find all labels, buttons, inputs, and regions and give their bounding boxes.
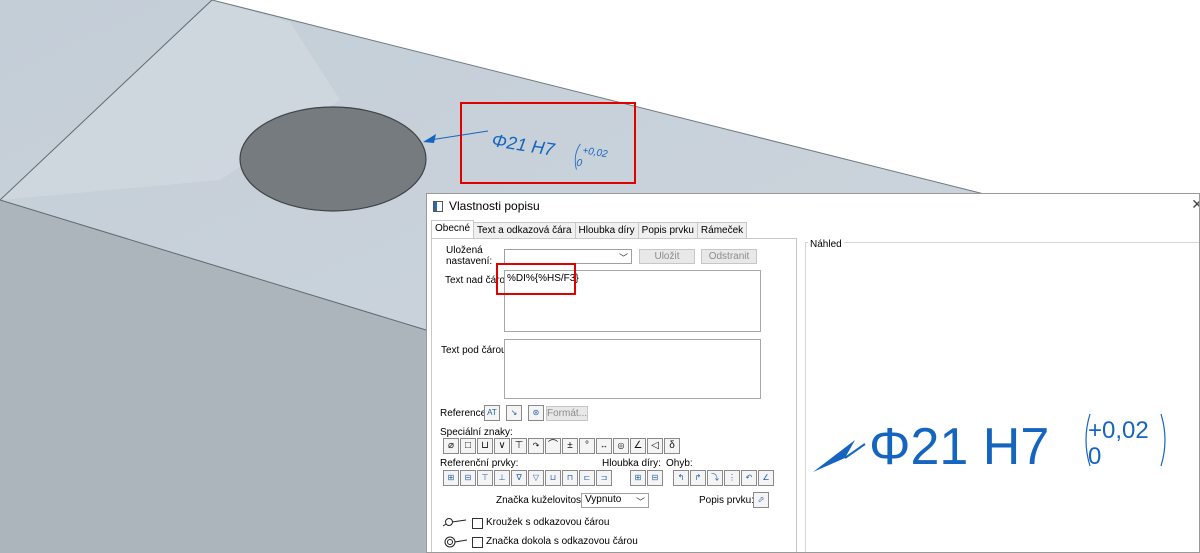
reference-buttons: AT ↘ ⊛ bbox=[484, 405, 550, 421]
remove-settings-button[interactable]: Odstranit bbox=[701, 249, 757, 264]
slope-icon[interactable]: ∠ bbox=[630, 438, 646, 454]
delta-icon[interactable]: δ bbox=[664, 438, 680, 454]
taper-mark-label: Značka kuželovitosti: bbox=[496, 495, 589, 506]
around-leader-label: Značka dokola s odkazovou čárou bbox=[486, 536, 638, 547]
square-icon[interactable]: □ bbox=[460, 438, 476, 454]
highlight-text-above bbox=[496, 263, 576, 295]
preview-canvas: Φ21 H7 +0,02 0 bbox=[813, 413, 1166, 476]
reference-label: Reference: bbox=[440, 408, 489, 419]
around-leader-icon bbox=[444, 536, 468, 548]
plus-minus-icon[interactable]: ± bbox=[562, 438, 578, 454]
around-leader-checkbox[interactable] bbox=[472, 537, 483, 548]
ref-slot-icon[interactable]: ⊏ bbox=[579, 470, 595, 486]
special-chars-toolbar: ⌀ □ ⊔ ∨ ⊤ ↷ ⌒ ± ° ↔ ◎ ∠ ◁ δ bbox=[443, 438, 681, 454]
hole[interactable] bbox=[239, 106, 427, 212]
chevron-down-icon: ﹀ bbox=[635, 497, 645, 507]
reference-symbol-icon[interactable]: ⊛ bbox=[528, 405, 544, 421]
circle-leader-label: Kroužek s odkazovou čárou bbox=[486, 517, 610, 528]
spotface-icon[interactable]: ◎ bbox=[613, 438, 629, 454]
annotation-properties-dialog: Vlastnosti popisu ✕ Obecné Text a odkazo… bbox=[426, 193, 1200, 553]
counterbore-icon[interactable]: ⊔ bbox=[477, 438, 493, 454]
taper-icon[interactable]: ◁ bbox=[647, 438, 663, 454]
feature-description-button[interactable]: ⬀ bbox=[753, 492, 769, 508]
arc-length-icon[interactable]: ⌒ bbox=[545, 438, 561, 454]
tab-strip: Obecné Text a odkazová čára Hloubka díry… bbox=[431, 220, 748, 239]
feature-desc-label: Popis prvku: bbox=[699, 495, 755, 506]
window-icon bbox=[433, 200, 443, 212]
countersink-icon[interactable]: ∨ bbox=[494, 438, 510, 454]
tab-text-leader[interactable]: Text a odkazová čára bbox=[473, 222, 576, 238]
highlight-model-annotation bbox=[460, 102, 636, 184]
between-icon[interactable]: ↔ bbox=[596, 438, 612, 454]
hole-depth-icon[interactable]: ⊞ bbox=[630, 470, 646, 486]
ref-thread-type-icon[interactable]: ⊥ bbox=[494, 470, 510, 486]
taper-mark-dropdown[interactable]: Vypnuto ﹀ bbox=[581, 493, 649, 508]
text-below-field[interactable] bbox=[504, 339, 761, 399]
depth-icon[interactable]: ⊤ bbox=[511, 438, 527, 454]
bend-direction-icon[interactable]: ↰ bbox=[673, 470, 689, 486]
reference-dimension-icon[interactable]: ↘ bbox=[506, 405, 522, 421]
bend-angle-icon[interactable]: ↱ bbox=[690, 470, 706, 486]
close-icon[interactable]: ✕ bbox=[1191, 196, 1199, 213]
tab-general[interactable]: Obecné bbox=[431, 220, 475, 238]
special-chars-label: Speciální znaky: bbox=[440, 427, 513, 438]
ref-countersink-type-icon[interactable]: ▽ bbox=[528, 470, 544, 486]
ref-slot-type-icon[interactable]: ⊐ bbox=[596, 470, 612, 486]
tab-frame[interactable]: Rámeček bbox=[696, 222, 748, 238]
circle-leader-icon bbox=[442, 518, 467, 527]
format-button[interactable]: Formát... bbox=[546, 406, 588, 421]
hole-depth-label: Hloubka díry: bbox=[602, 458, 661, 469]
ref-counterbore-type-icon[interactable]: ⊓ bbox=[562, 470, 578, 486]
bend-kfactor-icon[interactable]: ↶ bbox=[741, 470, 757, 486]
bend-label: Ohyb: bbox=[666, 458, 693, 469]
saved-settings-dropdown[interactable]: ﹀ bbox=[504, 249, 632, 264]
general-tab-panel: Uložená nastavení: ﹀ Uložit Odstranit Te… bbox=[431, 238, 797, 552]
bend-sequence-icon[interactable]: ∠ bbox=[758, 470, 774, 486]
preview-dimension-text: Φ21 H7 bbox=[869, 418, 1049, 476]
ref-thread-icon[interactable]: ⊤ bbox=[477, 470, 493, 486]
save-settings-button[interactable]: Uložit bbox=[639, 249, 695, 264]
text-below-label: Text pod čárou: bbox=[441, 345, 510, 356]
bend-relief-icon[interactable]: ⋮ bbox=[724, 470, 740, 486]
tab-feature-description[interactable]: Popis prvku bbox=[637, 222, 698, 238]
circle-leader-checkbox[interactable] bbox=[472, 518, 483, 529]
hole-depth-type-icon[interactable]: ⊟ bbox=[647, 470, 663, 486]
dialog-titlebar[interactable]: Vlastnosti popisu ✕ bbox=[427, 194, 1199, 218]
dialog-title: Vlastnosti popisu bbox=[449, 199, 540, 213]
degree-icon[interactable]: ° bbox=[579, 438, 595, 454]
preview-tolerance-upper: +0,02 bbox=[1088, 417, 1149, 444]
bend-radius-icon[interactable]: ⤵ bbox=[707, 470, 723, 486]
diameter-icon[interactable]: ⌀ bbox=[443, 438, 459, 454]
plus-minus-arc-icon[interactable]: ↷ bbox=[528, 438, 544, 454]
preview-tolerance-bracket-right bbox=[1160, 413, 1166, 467]
saved-settings-label: Uložená nastavení: bbox=[446, 245, 493, 267]
ref-hole-type-icon[interactable]: ⊟ bbox=[460, 470, 476, 486]
taper-mark-value: Vypnuto bbox=[585, 494, 622, 505]
chevron-down-icon: ﹀ bbox=[618, 253, 628, 263]
ref-counterbore-icon[interactable]: ⊔ bbox=[545, 470, 561, 486]
tab-hole-depth[interactable]: Hloubka díry bbox=[574, 222, 639, 238]
preview-label: Náhled bbox=[808, 239, 844, 250]
preview-tolerance-lower: 0 bbox=[1088, 443, 1101, 470]
ref-hole-icon[interactable]: ⊞ bbox=[443, 470, 459, 486]
reference-text-icon[interactable]: AT bbox=[484, 405, 500, 421]
ref-countersink-icon[interactable]: ∇ bbox=[511, 470, 527, 486]
ref-elements-label: Referenční prvky: bbox=[440, 458, 519, 469]
ref-elements-toolbar: ⊞ ⊟ ⊤ ⊥ ∇ ▽ ⊔ ⊓ ⊏ ⊐ ⊞ ⊟ ↰ ↱ ⤵ ⋮ ↶ ∠ bbox=[443, 470, 775, 486]
